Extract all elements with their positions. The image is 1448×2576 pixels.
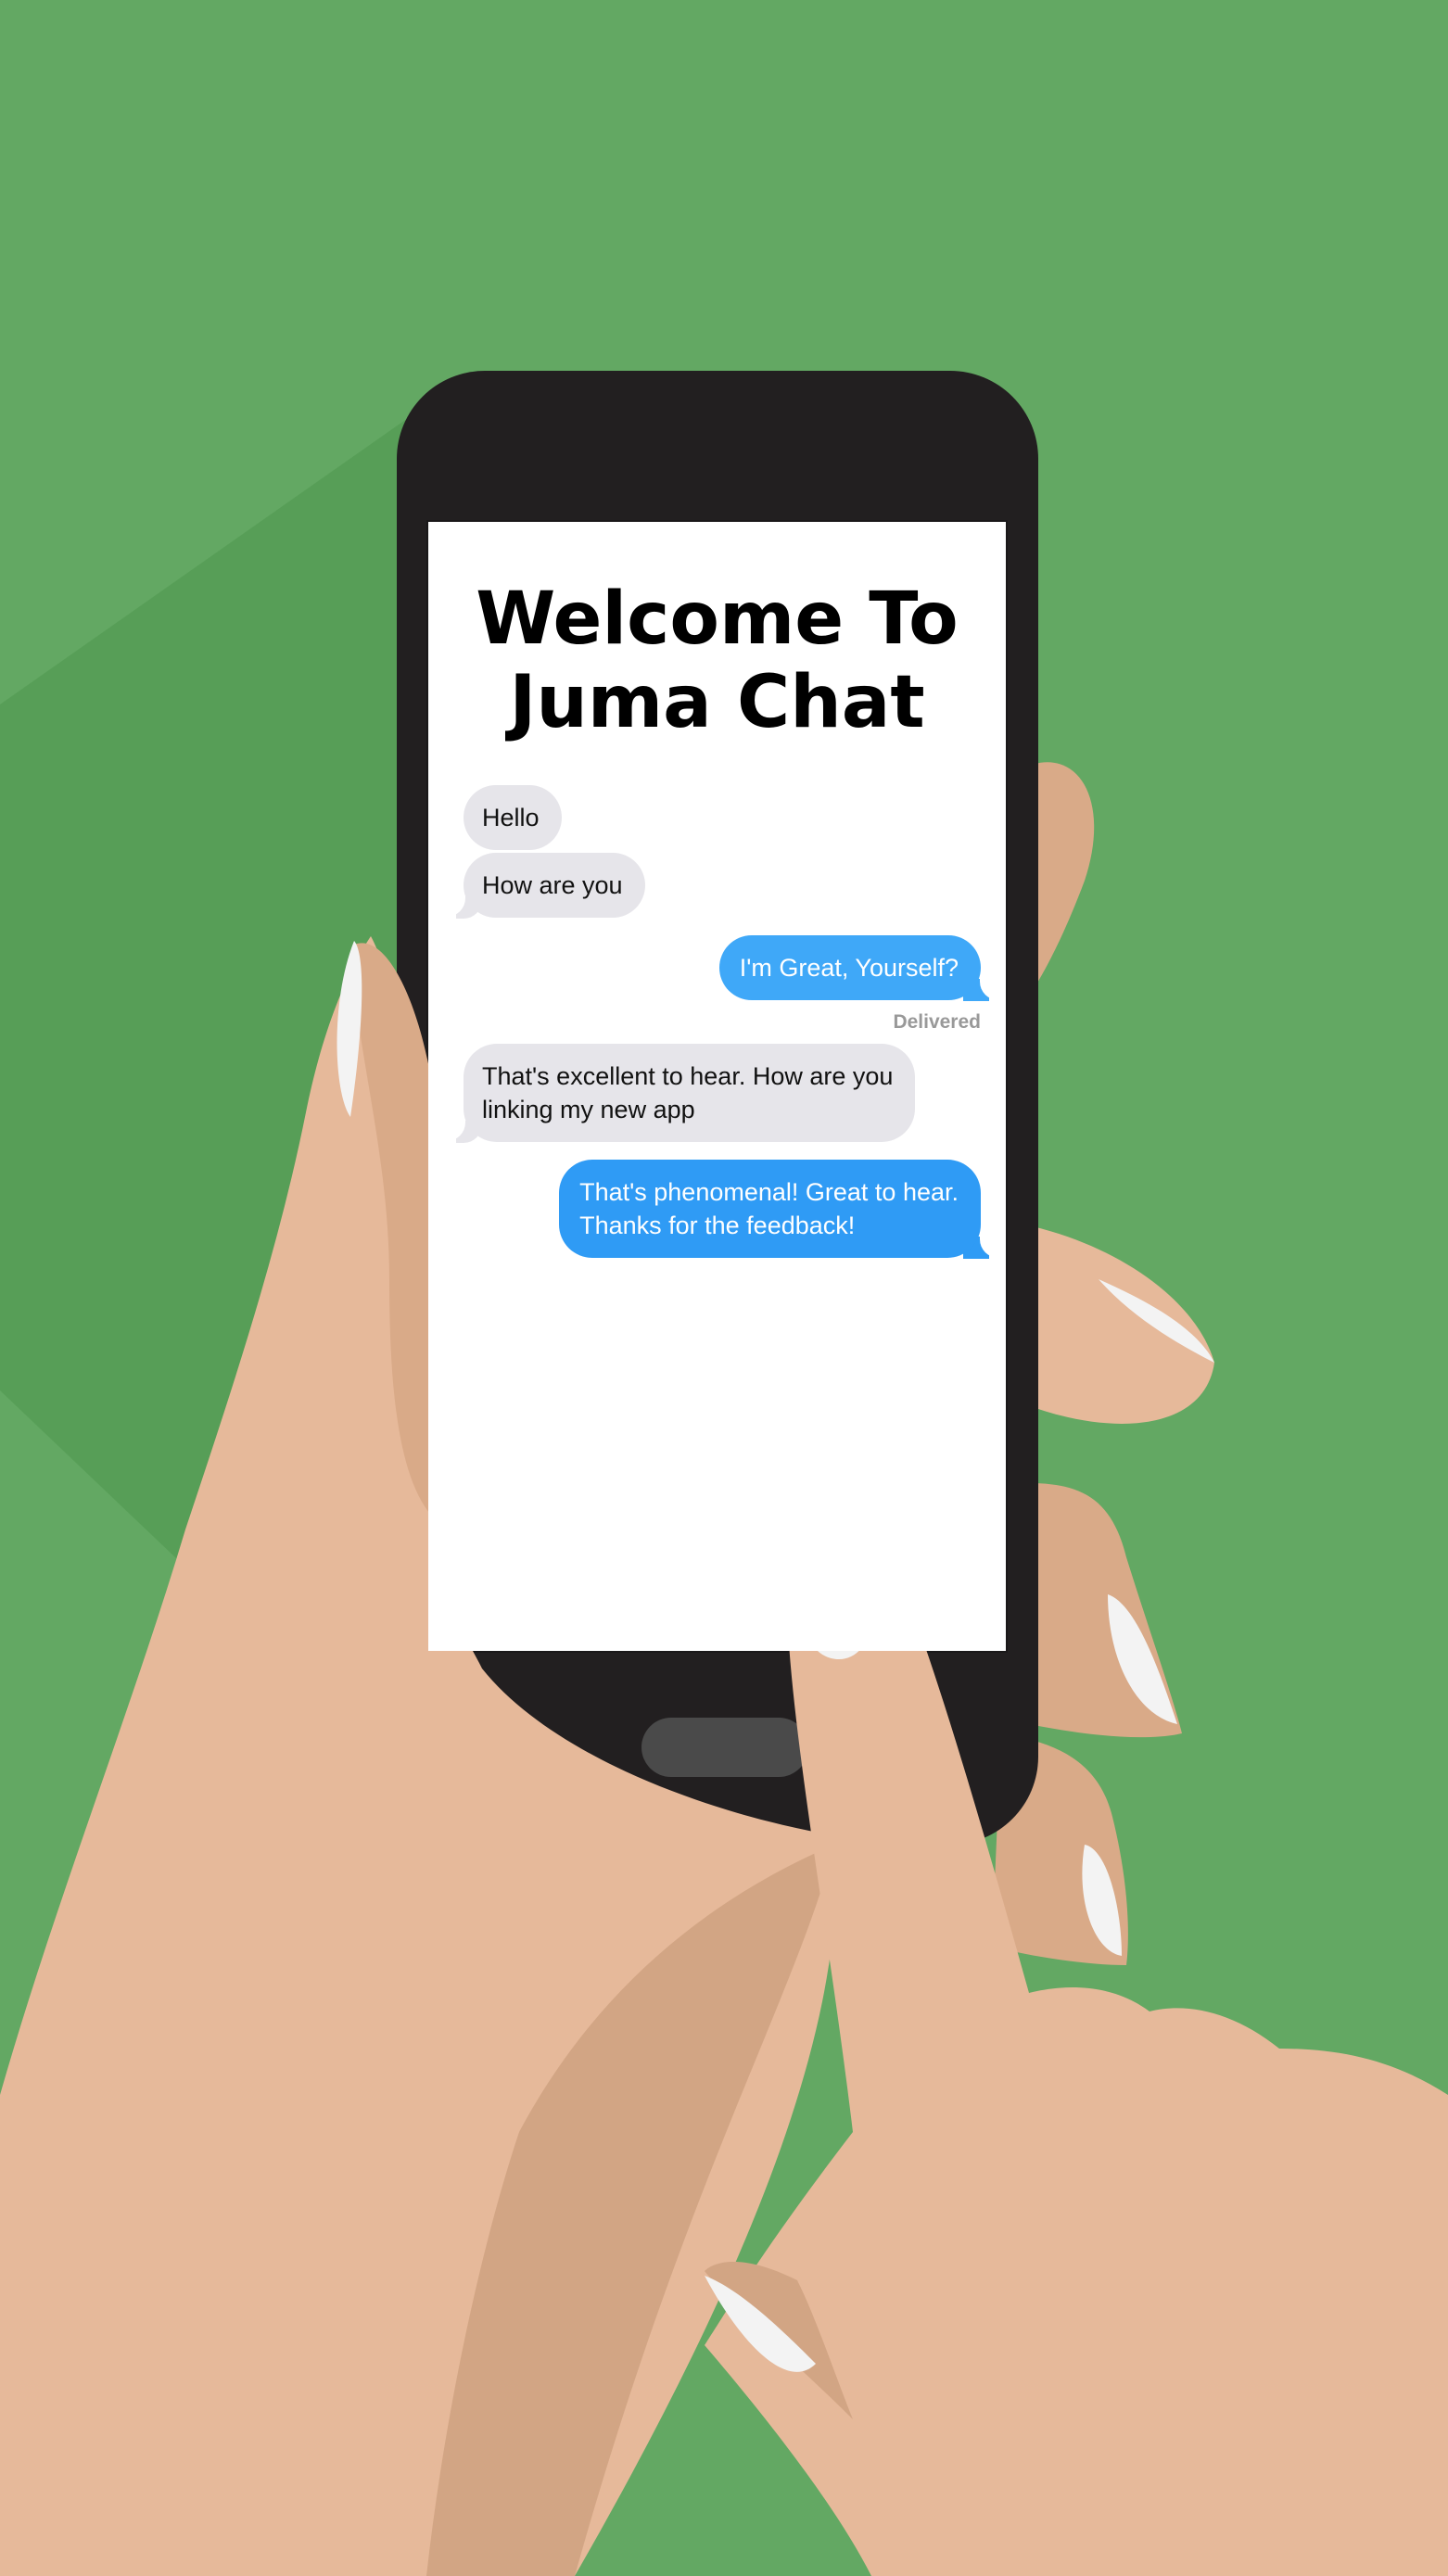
- message-text-line: Thanks for the feedback!: [579, 1212, 856, 1239]
- welcome-title-line-1: Welcome To: [476, 577, 959, 661]
- message-text: Hello: [482, 804, 540, 831]
- outgoing-message-bubble[interactable]: I'm Great, Yourself?: [718, 935, 981, 1000]
- marketing-illustration: Welcome To Juma Chat Hello How are you I…: [0, 0, 1448, 2576]
- welcome-title: Welcome To Juma Chat: [428, 577, 1006, 744]
- incoming-message-bubble[interactable]: That's excellent to hear. How are you li…: [464, 1044, 916, 1142]
- message-text-line: linking my new app: [482, 1096, 695, 1123]
- message-text-line: That's phenomenal! Great to hear.: [579, 1178, 959, 1206]
- message-text: How are you: [482, 871, 623, 899]
- welcome-title-line-2: Juma Chat: [509, 661, 925, 744]
- incoming-message-bubble[interactable]: Hello: [464, 785, 562, 850]
- message-text: I'm Great, Yourself?: [739, 954, 959, 982]
- chat-screen: Welcome To Juma Chat Hello How are you I…: [428, 522, 1006, 1651]
- outgoing-message-bubble[interactable]: That's phenomenal! Great to hear. Thanks…: [559, 1160, 981, 1258]
- home-button: [641, 1718, 808, 1777]
- incoming-message-bubble[interactable]: How are you: [464, 853, 645, 918]
- message-text-line: That's excellent to hear. How are you: [482, 1062, 894, 1090]
- delivered-status: Delivered: [893, 1011, 981, 1033]
